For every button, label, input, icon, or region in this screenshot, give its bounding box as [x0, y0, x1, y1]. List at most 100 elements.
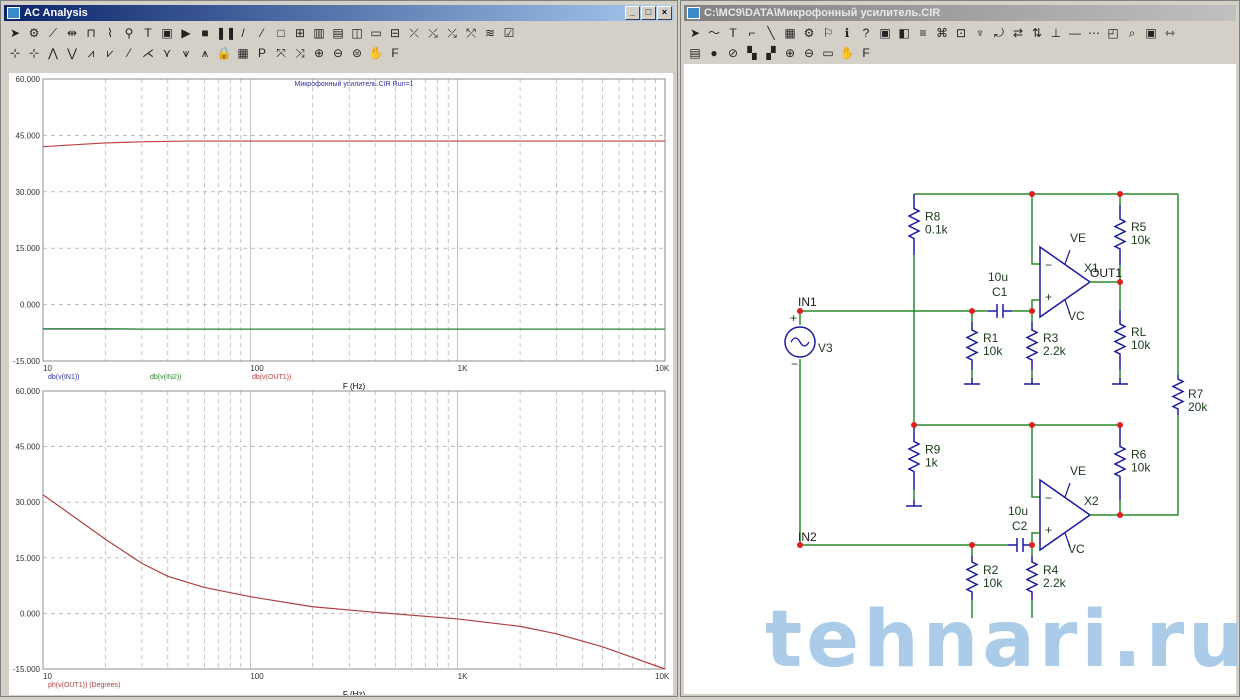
- grid-button[interactable]: ⊞: [292, 25, 308, 42]
- resistor-R2[interactable]: [967, 556, 977, 600]
- text-button[interactable]: T: [725, 25, 741, 42]
- label-button[interactable]: ⚲: [121, 25, 137, 42]
- pin-button[interactable]: ⊡: [953, 25, 969, 42]
- global-high-button[interactable]: ⋎: [159, 45, 175, 62]
- resistor-R4[interactable]: [1027, 556, 1037, 600]
- peak-button[interactable]: ⋀: [45, 45, 61, 62]
- close-button[interactable]: ×: [657, 6, 672, 20]
- text-button[interactable]: T: [140, 25, 156, 42]
- plot-area[interactable]: 60.00045.00030.00015.0000.000-15.0001010…: [9, 73, 673, 695]
- tag3-button[interactable]: ⤱: [463, 25, 479, 42]
- help-button[interactable]: ?: [858, 25, 874, 42]
- pause-button[interactable]: ❚❚: [216, 25, 232, 42]
- data-point-button[interactable]: ⤫: [406, 25, 422, 42]
- font-button[interactable]: F: [858, 45, 874, 62]
- components-button[interactable]: ⚙: [26, 25, 42, 42]
- x-scale-button[interactable]: ⤧: [273, 45, 289, 62]
- page-button[interactable]: ▤: [687, 45, 703, 62]
- step2-button[interactable]: ▞: [763, 45, 779, 62]
- minimize-button[interactable]: _: [625, 6, 640, 20]
- lock-button[interactable]: 🔒: [216, 45, 232, 62]
- line-button[interactable]: —: [1067, 25, 1083, 42]
- colors-button[interactable]: ◧: [896, 25, 912, 42]
- y-scale-button[interactable]: ⤨: [292, 45, 308, 62]
- diag-wire-button[interactable]: ╲: [763, 25, 779, 42]
- table-button[interactable]: ▦: [235, 45, 251, 62]
- stop-button[interactable]: ●: [706, 45, 722, 62]
- inflection-button[interactable]: ⋌: [140, 45, 156, 62]
- properties-button[interactable]: ▣: [159, 25, 175, 42]
- components-button[interactable]: ⚙: [801, 25, 817, 42]
- run-button[interactable]: ▶: [178, 25, 194, 42]
- edit-button[interactable]: ☑: [501, 25, 517, 42]
- rotate-button[interactable]: ⤾: [991, 25, 1007, 42]
- select-arrow-button[interactable]: ➤: [687, 25, 703, 42]
- p-button[interactable]: P: [254, 45, 270, 62]
- flag-button[interactable]: ⚐: [820, 25, 836, 42]
- resistor-R1[interactable]: [967, 322, 977, 370]
- ortho-wire-button[interactable]: ⌐: [744, 25, 760, 42]
- low-button[interactable]: ⩗: [102, 45, 118, 62]
- more-button[interactable]: ⇿: [1162, 25, 1178, 42]
- slope-button[interactable]: ⁄: [121, 45, 137, 62]
- resistor-R7[interactable]: [1173, 375, 1183, 415]
- top-button[interactable]: ⩚: [197, 45, 213, 62]
- arrow-line-button[interactable]: ⁄: [254, 25, 270, 42]
- scale-button[interactable]: ⟋: [45, 25, 61, 42]
- resistor-RL[interactable]: [1115, 310, 1125, 370]
- font-button[interactable]: F: [387, 45, 403, 62]
- probe-button[interactable]: ♆: [972, 25, 988, 42]
- cursor-left-button[interactable]: ⊹: [7, 45, 23, 62]
- line-button[interactable]: /: [235, 25, 251, 42]
- cursor-right-button[interactable]: ⊹: [26, 45, 42, 62]
- text-toggle-button[interactable]: ≡: [915, 25, 931, 42]
- junction-button[interactable]: ⊥: [1048, 25, 1064, 42]
- resistor-R9[interactable]: [909, 425, 919, 490]
- info-button[interactable]: ℹ: [839, 25, 855, 42]
- tag-button[interactable]: ⤯: [425, 25, 441, 42]
- maximize-button[interactable]: □: [641, 6, 656, 20]
- grid-mix-button[interactable]: ◫: [349, 25, 365, 42]
- tags-button[interactable]: ▣: [877, 25, 893, 42]
- step-button[interactable]: ▚: [744, 45, 760, 62]
- trace-button[interactable]: ⌇: [102, 25, 118, 42]
- window-button[interactable]: ◰: [1105, 25, 1121, 42]
- zoom-out-button[interactable]: ⊖: [801, 45, 817, 62]
- mirror-button[interactable]: ⇅: [1029, 25, 1045, 42]
- flip-button[interactable]: ⇄: [1010, 25, 1026, 42]
- plot-split-button[interactable]: ⊟: [387, 25, 403, 42]
- tag4-button[interactable]: ≋: [482, 25, 498, 42]
- capacitor-C2[interactable]: [1008, 538, 1032, 552]
- grid-h-button[interactable]: ▤: [330, 25, 346, 42]
- component-button[interactable]: ▦: [782, 25, 798, 42]
- zoom-in-button[interactable]: ⊕: [782, 45, 798, 62]
- global-low-button[interactable]: ⩛: [178, 45, 194, 62]
- cursor-button[interactable]: ⇹: [64, 25, 80, 42]
- grid-button[interactable]: ⋯: [1086, 25, 1102, 42]
- tag2-button[interactable]: ⤰: [444, 25, 460, 42]
- zoom-out-button[interactable]: ⊖: [330, 45, 346, 62]
- resistor-R5[interactable]: [1115, 205, 1125, 265]
- high-button[interactable]: ⩘: [83, 45, 99, 62]
- select-arrow-button[interactable]: ➤: [7, 25, 23, 42]
- node-numbers-button[interactable]: ⌘: [934, 25, 950, 42]
- grid-off-button[interactable]: ▭: [368, 25, 384, 42]
- resistor-R3[interactable]: [1027, 322, 1037, 370]
- frame-button[interactable]: □: [273, 25, 289, 42]
- zoom-in-button[interactable]: ⊕: [311, 45, 327, 62]
- fit-button[interactable]: ▭: [820, 45, 836, 62]
- resistor-R6[interactable]: [1115, 425, 1125, 500]
- peak-button[interactable]: ⊓: [83, 25, 99, 42]
- stop-button[interactable]: ■: [197, 25, 213, 42]
- find-button[interactable]: ⌕: [1124, 25, 1140, 42]
- pan-button[interactable]: ✋: [839, 45, 855, 62]
- wire-button[interactable]: 〜: [706, 25, 722, 42]
- cancel-button[interactable]: ⊘: [725, 45, 741, 62]
- properties-button[interactable]: ▣: [1143, 25, 1159, 42]
- grid-v-button[interactable]: ▥: [311, 25, 327, 42]
- valley-button[interactable]: ⋁: [64, 45, 80, 62]
- resistor-R8[interactable]: [909, 194, 919, 255]
- pan-button[interactable]: ✋: [368, 45, 384, 62]
- zoom-fit-button[interactable]: ⊜: [349, 45, 365, 62]
- capacitor-C1[interactable]: [988, 304, 1012, 318]
